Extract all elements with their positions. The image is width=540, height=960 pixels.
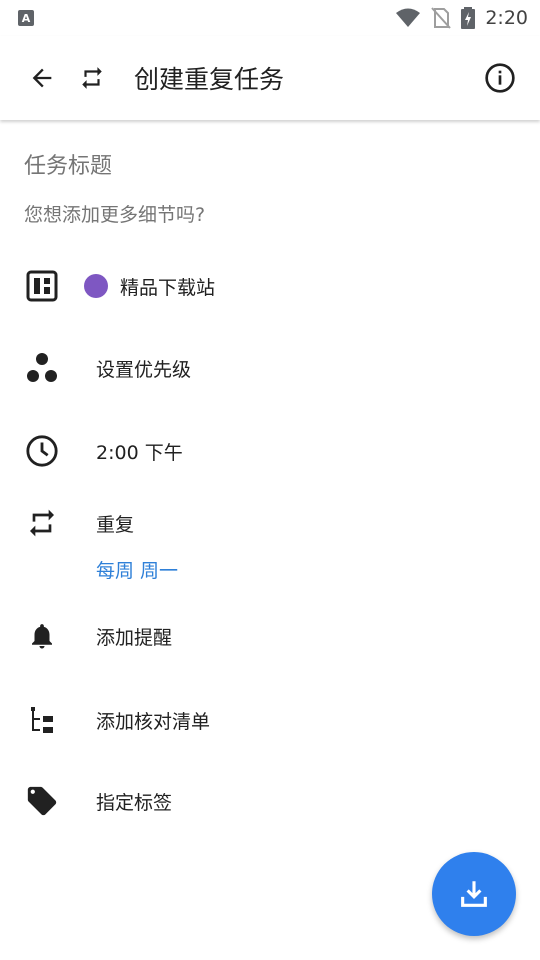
repeat-label: 重复	[96, 513, 135, 536]
reminder-label: 添加提醒	[96, 626, 173, 649]
tag-icon	[22, 781, 62, 821]
status-time: 2:20	[485, 7, 528, 29]
clock-icon	[22, 431, 62, 471]
repeat-row-icon	[22, 503, 62, 543]
tags-row[interactable]: 指定标签	[0, 773, 540, 829]
status-bar: A 2:20	[0, 0, 540, 36]
priority-row[interactable]: 设置优先级	[0, 340, 540, 396]
repeat-row[interactable]: 重复	[0, 495, 540, 551]
back-arrow-icon	[32, 68, 52, 88]
page-title: 创建重复任务	[134, 65, 285, 94]
download-icon	[461, 881, 487, 907]
no-sim-icon	[431, 7, 452, 29]
task-title-input[interactable]: 任务标题	[24, 148, 112, 180]
time-row[interactable]: 2:00 下午	[0, 423, 540, 479]
task-details-input[interactable]: 您想添加更多细节吗?	[24, 200, 205, 227]
project-color-dot	[84, 274, 108, 298]
save-fab-button[interactable]	[432, 852, 516, 936]
project-row[interactable]: 精品下载站	[0, 258, 540, 314]
repeat-icon	[82, 67, 102, 89]
info-icon	[485, 63, 515, 93]
info-button[interactable]	[476, 54, 524, 102]
project-label: 精品下载站	[120, 276, 216, 299]
battery-charging-icon	[461, 7, 476, 29]
bell-icon	[22, 616, 62, 656]
checklist-icon	[22, 700, 62, 740]
checklist-row[interactable]: 添加核对清单	[0, 692, 540, 748]
time-label: 2:00 下午	[96, 441, 183, 464]
board-icon	[22, 266, 62, 306]
wifi-icon	[396, 8, 421, 27]
repeat-value[interactable]: 每周 周一	[96, 556, 178, 583]
priority-dots-icon	[22, 348, 62, 388]
tags-label: 指定标签	[96, 791, 173, 814]
app-bar: 创建重复任务	[0, 36, 540, 120]
priority-label: 设置优先级	[96, 358, 192, 381]
back-button[interactable]	[18, 54, 66, 102]
status-right: 2:20	[395, 7, 528, 29]
repeat-toggle-button[interactable]	[68, 54, 116, 102]
reminder-row[interactable]: 添加提醒	[0, 608, 540, 664]
checklist-label: 添加核对清单	[96, 710, 211, 733]
app-notification-icon: A	[18, 10, 34, 26]
